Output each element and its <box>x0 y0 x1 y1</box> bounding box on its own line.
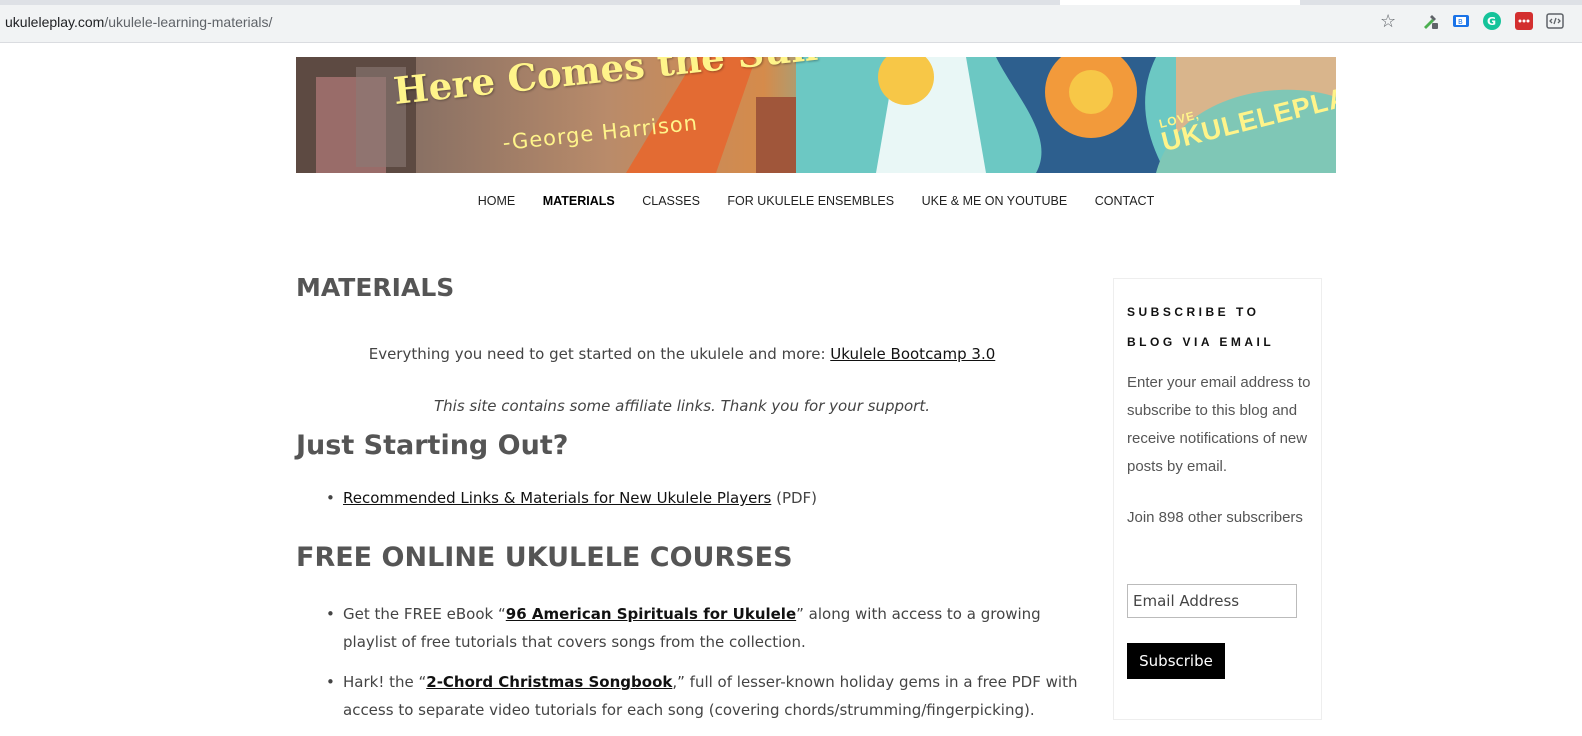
subscribe-description: Enter your email address to subscribe to… <box>1127 374 1311 475</box>
url-host: ukuleleplay.com <box>5 14 105 30</box>
courses-list: • Get the FREE eBook “96 American Spirit… <box>326 600 1083 736</box>
lastpass-extension-icon[interactable] <box>1515 12 1533 30</box>
intro-paragraph: Everything you need to get started on th… <box>296 345 1068 363</box>
list-item: • Recommended Links & Materials for New … <box>326 489 818 507</box>
code-extension-icon[interactable] <box>1546 12 1564 30</box>
nav-materials[interactable]: MATERIALS <box>543 194 615 208</box>
section-heading-starting: Just Starting Out? <box>296 430 569 461</box>
browser-toolbar: ukuleleplay.com/ukulele-learning-materia… <box>0 0 1582 43</box>
main-nav: HOME MATERIALS CLASSES FOR UKULELE ENSEM… <box>296 194 1336 208</box>
nav-classes[interactable]: CLASSES <box>642 194 700 208</box>
nav-ensembles[interactable]: FOR UKULELE ENSEMBLES <box>727 194 894 208</box>
address-bar[interactable]: ukuleleplay.com/ukulele-learning-materia… <box>0 8 1412 36</box>
tab-strip <box>0 0 1582 5</box>
new-players-link[interactable]: Recommended Links & Materials for New Uk… <box>343 489 771 507</box>
url-path: /ukulele-learning-materials/ <box>104 14 273 30</box>
starting-list: • Recommended Links & Materials for New … <box>326 489 818 519</box>
item-text: Get the FREE eBook “ <box>343 605 506 623</box>
grammarly-extension-icon[interactable]: G <box>1483 12 1501 30</box>
nav-contact[interactable]: CONTACT <box>1095 194 1155 208</box>
email-field[interactable] <box>1127 584 1297 618</box>
page-title: MATERIALS <box>296 273 455 302</box>
spirituals-link[interactable]: 96 American Spirituals for Ukulele <box>506 605 796 623</box>
affiliate-note: This site contains some affiliate links.… <box>433 397 930 415</box>
svg-text:G: G <box>1487 15 1496 28</box>
list-item: • Get the FREE eBook “96 American Spirit… <box>326 600 1083 656</box>
subscribe-button[interactable]: Subscribe <box>1127 643 1225 679</box>
nav-home[interactable]: HOME <box>478 194 516 208</box>
bullet: • <box>326 489 335 507</box>
intro-text: Everything you need to get started on th… <box>368 345 831 363</box>
translate-extension-icon[interactable]: B <box>1452 12 1470 30</box>
bullet: • <box>326 605 335 623</box>
subscribe-title: SUBSCRIBE TO BLOG VIA EMAIL <box>1127 305 1275 349</box>
bullet: • <box>326 673 335 691</box>
url-text[interactable]: ukuleleplay.com/ukulele-learning-materia… <box>5 14 272 30</box>
active-tab[interactable] <box>1060 0 1300 5</box>
header-banner[interactable]: Here Comes the Sun -George Harrison LOVE… <box>296 57 1336 173</box>
item-text: Hark! the “ <box>343 673 427 691</box>
subscribe-widget: SUBSCRIBE TO BLOG VIA EMAIL Enter your e… <box>1113 278 1322 720</box>
pdf-label: (PDF) <box>771 489 818 507</box>
section-heading-courses: FREE ONLINE UKULELE COURSES <box>296 542 793 573</box>
eyedropper-extension-icon[interactable] <box>1421 12 1439 30</box>
subscriber-count: Join 898 other subscribers <box>1127 509 1303 526</box>
christmas-songbook-link[interactable]: 2-Chord Christmas Songbook <box>426 673 672 691</box>
bookmark-star-icon[interactable]: ☆ <box>1380 11 1396 32</box>
list-item: • Hark! the “2-Chord Christmas Songbook,… <box>326 668 1083 724</box>
nav-youtube[interactable]: UKE & ME ON YOUTUBE <box>922 194 1068 208</box>
svg-text:B: B <box>1458 18 1463 26</box>
bootcamp-link[interactable]: Ukulele Bootcamp 3.0 <box>830 345 995 363</box>
